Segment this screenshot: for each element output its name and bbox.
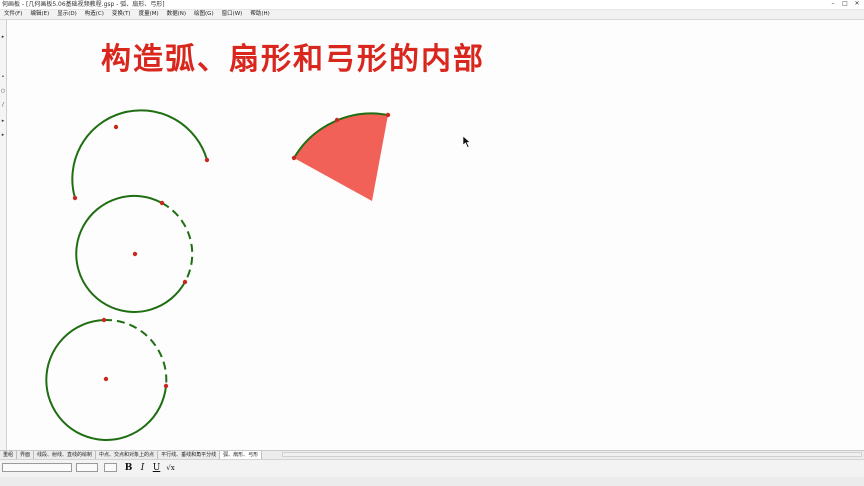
font-family-select[interactable] <box>2 463 72 472</box>
sector-start-point[interactable] <box>291 155 297 161</box>
tab-interface[interactable]: 界面 <box>17 451 35 459</box>
circle-two-top-point[interactable] <box>101 317 107 323</box>
text-color-select[interactable] <box>104 463 117 472</box>
status-bar <box>0 477 864 486</box>
tab-arc-sector-segment[interactable]: 弧、扇形、弓形 <box>220 451 263 459</box>
circle-one-center-point[interactable] <box>132 251 138 257</box>
sector-mid-point[interactable] <box>334 117 340 123</box>
circle-one-top-point[interactable] <box>159 200 165 206</box>
math-format-icon[interactable]: √x <box>165 463 176 474</box>
circle-two-dashed-arc[interactable] <box>103 318 168 387</box>
bold-button[interactable]: B <box>123 463 134 474</box>
tab-lines[interactable]: 线段、射线、直线的绘制 <box>34 451 97 459</box>
font-size-select[interactable] <box>76 463 98 472</box>
tab-parallel-lines[interactable]: 平行线、垂线和角平分线 <box>158 451 221 459</box>
mouse-cursor-icon <box>462 135 471 148</box>
italic-button[interactable]: I <box>137 463 148 474</box>
underline-button[interactable]: U <box>151 463 162 474</box>
arc-shape[interactable] <box>71 109 208 199</box>
circle-two-right-point[interactable] <box>163 383 169 389</box>
circle-one-right-point[interactable] <box>182 279 188 285</box>
text-format-toolbar: B I U √x <box>0 459 864 478</box>
circle-two-center-point[interactable] <box>103 376 109 382</box>
circle-one-dashed-arc[interactable] <box>161 202 194 283</box>
arc-start-point[interactable] <box>72 195 78 201</box>
arc-end-point[interactable] <box>204 157 210 163</box>
horizontal-scrollbar[interactable] <box>282 452 862 457</box>
circle-one-solid-arc[interactable] <box>75 194 186 313</box>
sector-end-point[interactable] <box>385 112 391 118</box>
tab-points[interactable]: 中点、交点和对象上的点 <box>96 451 159 459</box>
arc-mid-point[interactable] <box>113 124 119 130</box>
geometry-drawing <box>45 109 471 441</box>
tab-regroup[interactable]: 重组 <box>0 451 18 459</box>
sector-shape[interactable] <box>294 113 388 201</box>
